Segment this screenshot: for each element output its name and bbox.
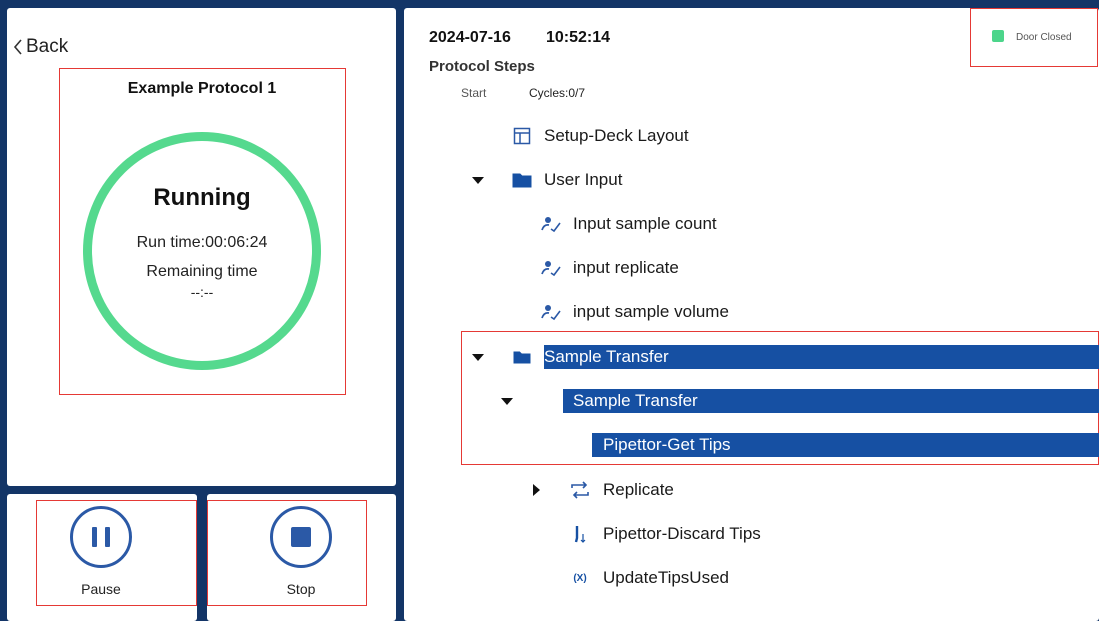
pipette-down-icon	[570, 524, 590, 544]
stop-panel: Stop	[207, 494, 396, 621]
stop-button[interactable]	[270, 506, 332, 568]
step-label: Pipettor-Discard Tips	[603, 524, 761, 543]
remaining-time-value: --:--	[190, 284, 214, 300]
current-date: 2024-07-16	[429, 29, 511, 46]
chevron-left-icon	[12, 38, 24, 56]
layout-icon	[512, 126, 532, 146]
step-pipettor-get-tips[interactable]: Pipettor-Get Tips	[404, 432, 1099, 458]
start-label: Start	[461, 86, 487, 100]
folder-icon	[512, 170, 532, 190]
current-time: 10:52:14	[546, 29, 611, 46]
remaining-time-label: Remaining time	[146, 263, 258, 280]
caret-right-icon[interactable]	[533, 484, 540, 496]
step-sample-transfer-group[interactable]: Sample Transfer	[404, 344, 1099, 370]
pause-panel: Pause	[7, 494, 197, 621]
back-button[interactable]: Back	[12, 36, 68, 58]
run-time: Run time:00:06:24	[136, 234, 268, 251]
protocol-steps-title: Protocol Steps	[429, 58, 535, 75]
step-update-tips-used[interactable]: (X) UpdateTipsUsed	[404, 565, 1099, 591]
step-input-sample-volume[interactable]: input sample volume	[404, 299, 1099, 325]
back-label: Back	[26, 36, 69, 57]
door-status-label: Door Closed	[1016, 32, 1072, 43]
user-input-icon	[541, 302, 561, 322]
step-label: Sample Transfer	[573, 391, 698, 410]
stop-label: Stop	[286, 581, 316, 597]
step-label: UpdateTipsUsed	[603, 568, 729, 587]
pause-button[interactable]	[70, 506, 132, 568]
run-status-panel: Back Example Protocol 1 Running Run time…	[7, 8, 396, 486]
user-input-icon	[541, 214, 561, 234]
step-pipettor-discard-tips[interactable]: Pipettor-Discard Tips	[404, 521, 1099, 547]
stop-icon	[291, 527, 311, 547]
step-label: Replicate	[603, 480, 674, 499]
step-label: input replicate	[573, 258, 679, 277]
step-label: input sample volume	[573, 302, 729, 321]
step-user-input[interactable]: User Input	[404, 167, 1099, 193]
cycles-counter: Cycles:0/7	[529, 86, 586, 100]
step-input-replicate[interactable]: input replicate	[404, 255, 1099, 281]
protocol-name: Example Protocol 1	[127, 80, 277, 97]
step-label: Pipettor-Get Tips	[603, 435, 731, 454]
step-setup-deck-layout[interactable]: Setup-Deck Layout	[404, 123, 1099, 149]
folder-icon	[512, 347, 532, 367]
caret-down-icon[interactable]	[472, 177, 484, 184]
loop-icon	[570, 480, 590, 500]
step-replicate[interactable]: Replicate	[404, 477, 1099, 503]
caret-down-icon[interactable]	[501, 398, 513, 405]
user-input-icon	[541, 258, 561, 278]
step-input-sample-count[interactable]: Input sample count	[404, 211, 1099, 237]
loop-icon	[541, 391, 561, 411]
door-status-indicator	[992, 30, 1004, 42]
step-sample-transfer-loop[interactable]: Sample Transfer	[404, 388, 1099, 414]
pipette-up-icon	[570, 435, 590, 455]
step-label: Sample Transfer	[544, 347, 669, 366]
protocol-steps-panel: 2024-07-16 10:52:14 Door Closed Protocol…	[404, 8, 1099, 621]
step-label: Setup-Deck Layout	[544, 126, 689, 145]
pause-label: Pause	[81, 581, 121, 597]
step-label: Input sample count	[573, 214, 717, 233]
variable-icon: (X)	[573, 572, 587, 584]
run-status-text: Running	[153, 184, 251, 211]
step-label: User Input	[544, 170, 623, 189]
caret-down-icon[interactable]	[472, 354, 484, 361]
